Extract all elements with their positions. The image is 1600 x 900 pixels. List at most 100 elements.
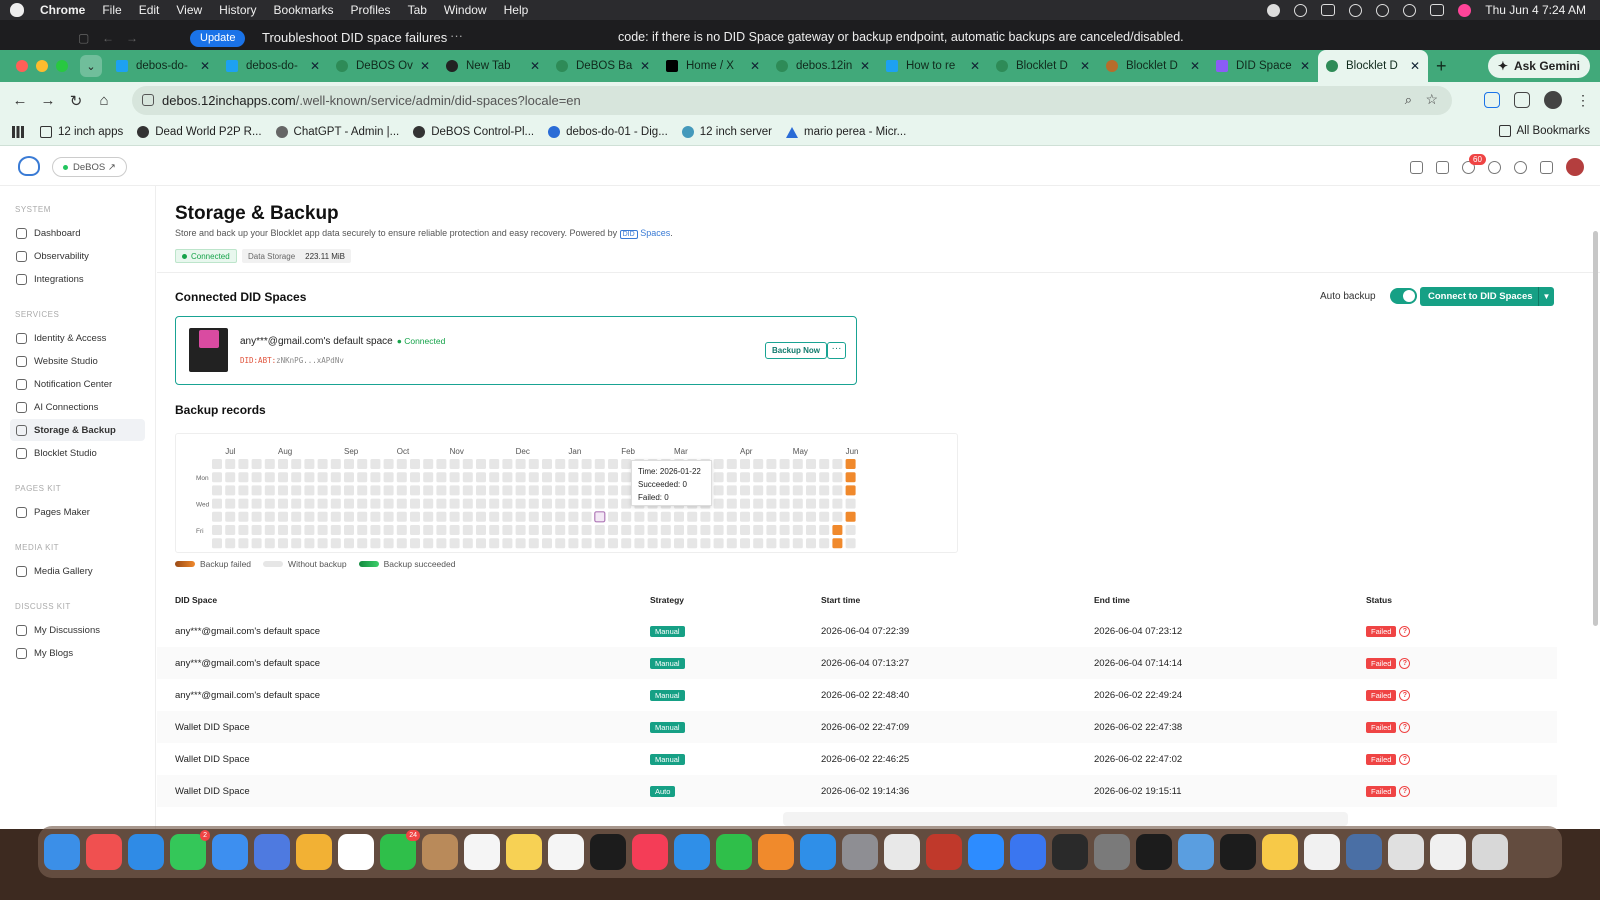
- heatmap-cell[interactable]: [792, 511, 803, 522]
- heatmap-cell[interactable]: [304, 485, 315, 496]
- heatmap-cell[interactable]: [608, 511, 618, 522]
- dock-numbers-icon[interactable]: [716, 834, 752, 870]
- tab-6[interactable]: debos.12in ✕: [768, 50, 878, 82]
- heatmap-cell[interactable]: [542, 498, 552, 509]
- tab-close-icon[interactable]: ✕: [1300, 59, 1310, 73]
- bookmark-mario-perea[interactable]: mario perea - Micr...: [786, 126, 906, 138]
- heatmap-cell[interactable]: [264, 459, 275, 469]
- sidebar-toggle-icon[interactable]: ▢: [78, 31, 89, 45]
- dock-remote-icon[interactable]: [926, 834, 962, 870]
- heatmap-cell[interactable]: [278, 485, 288, 496]
- heatmap-cell[interactable]: [238, 485, 249, 496]
- heatmap-cell[interactable]: [594, 525, 605, 535]
- extensions-puzzle-icon[interactable]: [1514, 92, 1530, 108]
- did-space-card[interactable]: any***@gmail.com's default space ● Connec…: [175, 316, 857, 385]
- heatmap-cell[interactable]: [449, 525, 460, 535]
- bookmark-debos-do[interactable]: debos-do-01 - Dig...: [548, 126, 668, 138]
- heatmap-cell[interactable]: [344, 472, 354, 483]
- heatmap-cell[interactable]: [304, 538, 315, 549]
- heatmap-cell[interactable]: [766, 485, 777, 496]
- heatmap-cell[interactable]: [700, 538, 711, 549]
- dock-app-store-alt-icon[interactable]: [254, 834, 290, 870]
- forward-icon[interactable]: →: [34, 92, 62, 109]
- heatmap-cell[interactable]: [410, 525, 420, 535]
- heatmap-cell[interactable]: [251, 459, 262, 469]
- heatmap-cell[interactable]: [410, 498, 420, 509]
- heatmap-cell[interactable]: [792, 538, 803, 549]
- help-circle-icon[interactable]: ?: [1399, 721, 1411, 733]
- dock-chrome-icon[interactable]: [884, 834, 920, 870]
- user-avatar[interactable]: [1566, 158, 1584, 176]
- heatmap-cell[interactable]: [687, 538, 698, 549]
- heatmap-cell[interactable]: [515, 498, 526, 509]
- control-center-icon[interactable]: [1430, 4, 1445, 16]
- heatmap-cell[interactable]: [753, 511, 764, 522]
- heatmap-cell[interactable]: [687, 511, 698, 522]
- heatmap-cell[interactable]: [819, 498, 830, 509]
- heatmap-cell[interactable]: [726, 459, 737, 469]
- heatmap-cell[interactable]: [726, 485, 737, 496]
- bookmark-12-inch-apps[interactable]: 12 inch apps: [40, 126, 123, 138]
- heatmap-cell[interactable]: [330, 525, 341, 535]
- heatmap-cell[interactable]: [766, 538, 777, 549]
- heatmap-cell[interactable]: [476, 538, 486, 549]
- tab-close-icon[interactable]: ✕: [970, 59, 980, 73]
- menu-bookmarks[interactable]: Bookmarks: [274, 3, 334, 17]
- heatmap-cell[interactable]: [449, 485, 460, 496]
- chrome-menu-icon[interactable]: ⋮: [1576, 92, 1590, 109]
- heatmap-cell[interactable]: [542, 459, 552, 469]
- heatmap-cell[interactable]: [621, 472, 632, 483]
- apple-icon[interactable]: [10, 3, 24, 17]
- heatmap-cell[interactable]: [568, 538, 579, 549]
- dock-calculator-icon[interactable]: [1052, 834, 1088, 870]
- heatmap-cell-failed[interactable]: [845, 459, 856, 469]
- help-circle-icon[interactable]: ?: [1399, 657, 1411, 669]
- heatmap-cell[interactable]: [383, 511, 394, 522]
- dock-finder-icon[interactable]: [44, 834, 80, 870]
- bookmark-star-icon[interactable]: ☆: [1425, 91, 1438, 108]
- heatmap-cell[interactable]: [806, 472, 816, 483]
- bell-icon[interactable]: 60: [1462, 153, 1486, 174]
- menu-history[interactable]: History: [219, 3, 256, 17]
- tab-close-icon[interactable]: ✕: [1190, 59, 1200, 73]
- heatmap-cell[interactable]: [568, 498, 579, 509]
- heatmap-cell[interactable]: [740, 525, 750, 535]
- heatmap-cell[interactable]: [423, 498, 434, 509]
- heatmap-cell[interactable]: [766, 459, 777, 469]
- heatmap-cell[interactable]: [700, 525, 711, 535]
- heatmap-cell[interactable]: [766, 472, 777, 483]
- tab-close-icon[interactable]: ✕: [1410, 59, 1420, 73]
- heatmap-cell[interactable]: [647, 538, 658, 549]
- heatmap-cell[interactable]: [462, 498, 473, 509]
- heatmap-cell[interactable]: [515, 525, 526, 535]
- dock-contacts-icon[interactable]: [422, 834, 458, 870]
- heatmap-cell[interactable]: [819, 525, 830, 535]
- tab-close-icon[interactable]: ✕: [530, 59, 540, 73]
- heatmap-cell[interactable]: [489, 472, 500, 483]
- tab-11[interactable]: Blocklet D ✕: [1318, 50, 1428, 82]
- heatmap-cell[interactable]: [806, 511, 816, 522]
- heatmap-cell[interactable]: [687, 525, 698, 535]
- heatmap-cell[interactable]: [449, 472, 460, 483]
- tab-close-icon[interactable]: ✕: [420, 59, 430, 73]
- heatmap-cell[interactable]: [489, 485, 500, 496]
- heatmap-cell[interactable]: [608, 459, 618, 469]
- heatmap-cell[interactable]: [344, 459, 354, 469]
- heatmap-cell[interactable]: [832, 472, 843, 483]
- heatmap-cell[interactable]: [555, 511, 566, 522]
- tab-close-icon[interactable]: ✕: [750, 59, 760, 73]
- heatmap-cell[interactable]: [396, 459, 407, 469]
- heatmap-cell[interactable]: [832, 498, 843, 509]
- heatmap-cell[interactable]: [330, 538, 341, 549]
- heatmap-cell[interactable]: [436, 485, 447, 496]
- heatmap-cell[interactable]: [357, 485, 368, 496]
- menu-tab[interactable]: Tab: [408, 3, 427, 17]
- heatmap-cell[interactable]: [357, 472, 368, 483]
- heatmap-cell[interactable]: [555, 498, 566, 509]
- heatmap-cell[interactable]: [410, 538, 420, 549]
- heatmap-cell[interactable]: [462, 538, 473, 549]
- dock-facetime-icon[interactable]: 24: [380, 830, 420, 870]
- heatmap-cell[interactable]: [806, 485, 816, 496]
- heatmap-cell[interactable]: [726, 525, 737, 535]
- heatmap-cell[interactable]: [476, 498, 486, 509]
